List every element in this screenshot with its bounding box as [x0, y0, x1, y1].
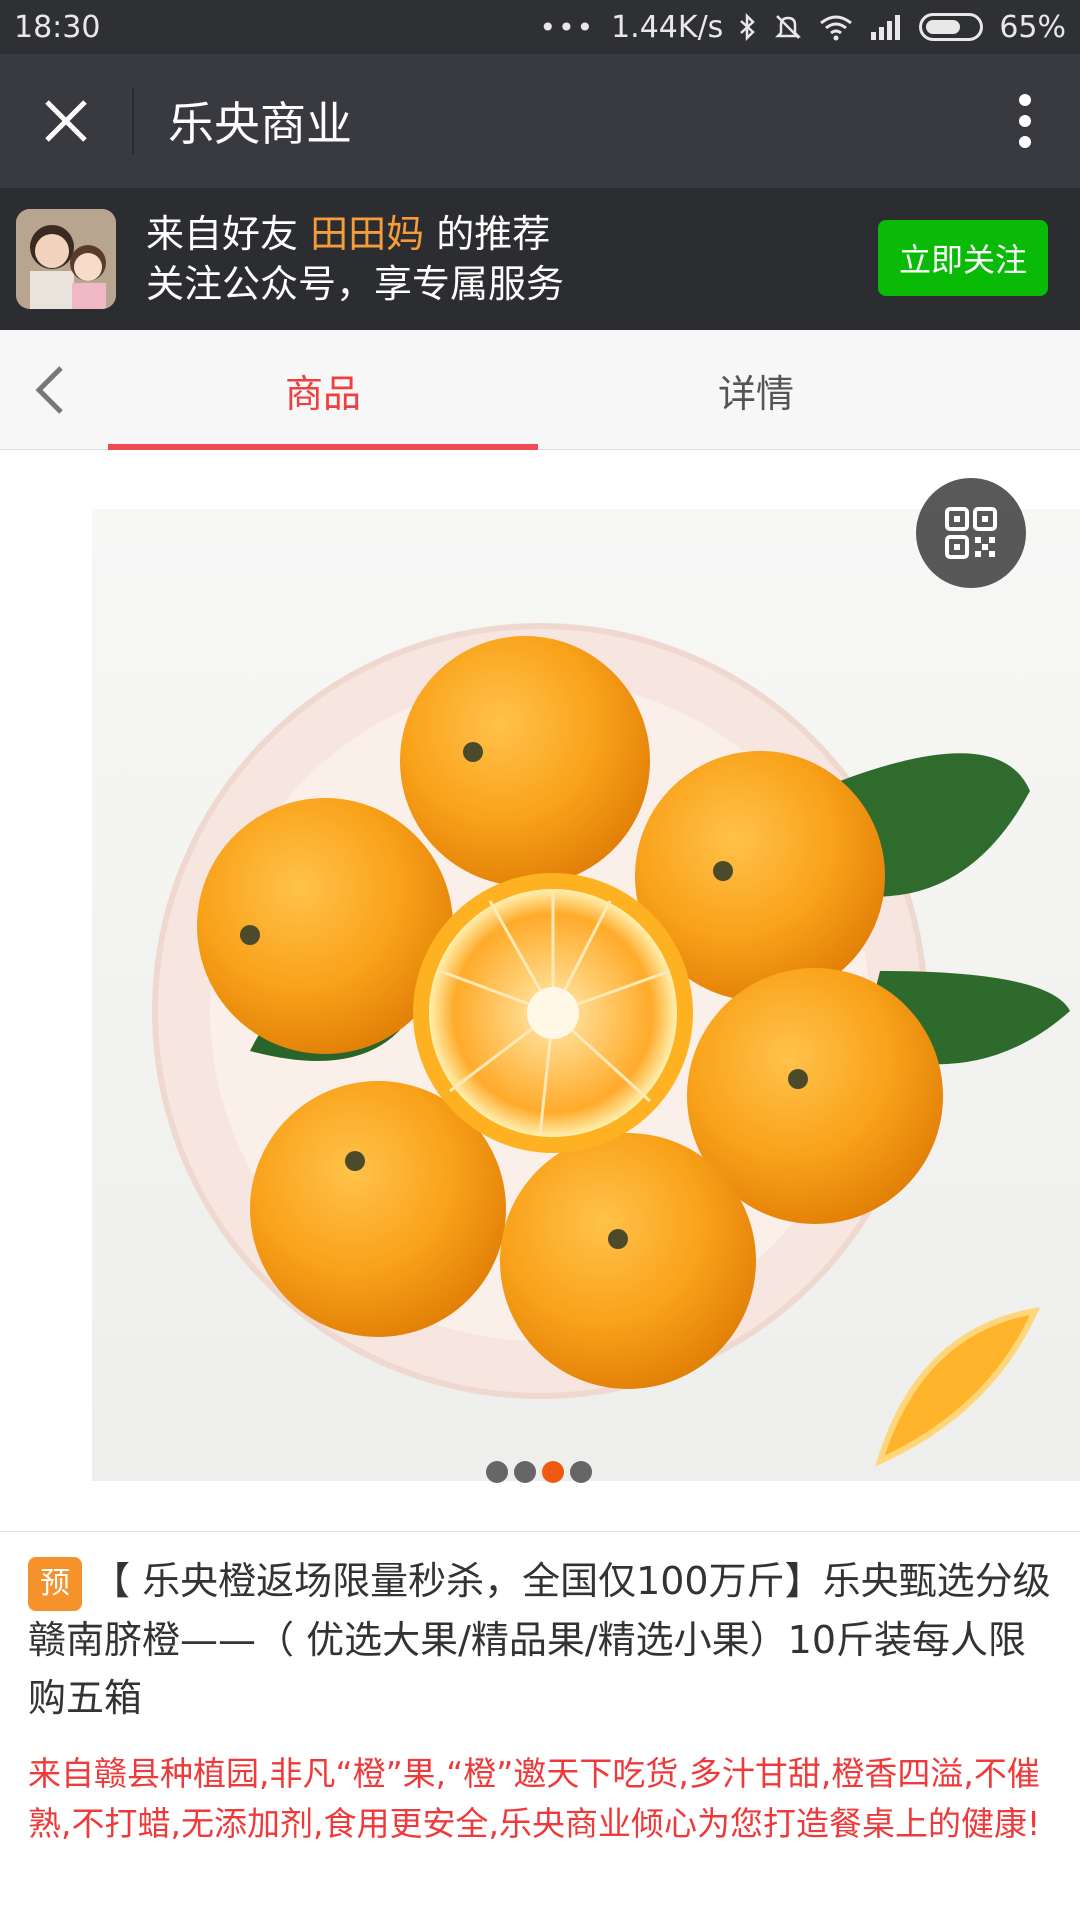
pager-dot	[486, 1461, 508, 1483]
chevron-left-icon	[35, 366, 63, 414]
tab-indicator	[108, 444, 538, 450]
qr-code-button[interactable]	[916, 478, 1026, 588]
page-title: 乐央商业	[168, 97, 352, 151]
product-title: 【 乐央橙返场限量秒杀，全国仅100万斤】乐央甄选分级赣南脐橙——（ 优选大果/…	[28, 1559, 1051, 1720]
close-button[interactable]	[0, 54, 132, 188]
product-description: 来自赣县种植园,非凡“橙”果,“橙”邀天下吃货,多汁甘甜,橙香四溢,不催熟,不打…	[28, 1753, 1041, 1843]
title-bar: 乐央商业	[0, 54, 1080, 188]
product-image-carousel[interactable]	[0, 451, 1080, 1531]
bluetooth-icon	[739, 13, 757, 41]
status-time: 18:30	[14, 9, 101, 45]
tab-goods[interactable]: 商品	[108, 330, 538, 450]
recommendation-text: 来自好友 田田妈 的推荐 关注公众号，享专属服务	[146, 209, 564, 309]
carousel-pager	[486, 1461, 592, 1483]
follow-button[interactable]: 立即关注	[878, 220, 1048, 296]
back-button[interactable]	[20, 356, 80, 424]
product-info: 预【 乐央橙返场限量秒杀，全国仅100万斤】乐央甄选分级赣南脐橙——（ 优选大果…	[28, 1552, 1056, 1849]
battery-fill	[926, 20, 961, 34]
more-button[interactable]	[970, 54, 1080, 188]
status-dots: •••	[539, 10, 596, 44]
pager-dot	[514, 1461, 536, 1483]
recommendation-suffix: 的推荐	[424, 212, 551, 256]
wifi-icon	[819, 13, 853, 41]
mute-icon	[773, 12, 803, 42]
recommendation-bar: 来自好友 田田妈 的推荐 关注公众号，享专属服务 立即关注	[0, 188, 1080, 330]
signal-icon	[869, 14, 903, 40]
qr-code-icon	[945, 507, 997, 559]
status-bar: 18:30 ••• 1.44K/s 65%	[0, 0, 1080, 54]
friend-name: 田田妈	[310, 212, 425, 256]
battery-percent: 65%	[999, 9, 1066, 45]
tab-details[interactable]: 详情	[540, 330, 972, 450]
recommendation-line-1: 来自好友 田田妈 的推荐	[146, 209, 564, 259]
network-speed: 1.44K/s	[611, 9, 724, 45]
avatar[interactable]	[16, 209, 116, 309]
recommendation-line-2: 关注公众号，享专属服务	[146, 262, 565, 306]
status-indicators: ••• 1.44K/s 65%	[540, 10, 1066, 45]
close-icon	[45, 100, 87, 142]
battery-icon	[919, 13, 984, 41]
more-vertical-icon	[1019, 94, 1031, 148]
section-divider	[0, 1531, 1080, 1532]
product-photo	[152, 623, 1070, 1467]
title-divider	[132, 88, 134, 154]
product-title-block: 预【 乐央橙返场限量秒杀，全国仅100万斤】乐央甄选分级赣南脐橙——（ 优选大果…	[28, 1552, 1056, 1727]
presale-badge: 预	[28, 1556, 82, 1611]
pager-dot	[542, 1461, 564, 1483]
recommendation-prefix: 来自好友	[146, 212, 311, 256]
tab-bar: 商品 详情	[0, 330, 1080, 450]
pager-dot	[570, 1461, 592, 1483]
